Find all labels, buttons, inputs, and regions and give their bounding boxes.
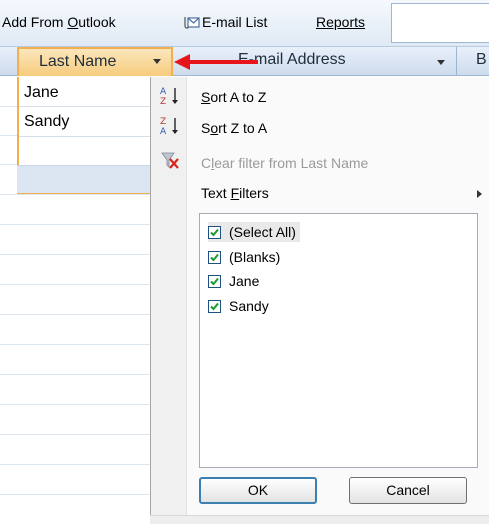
sort-a-to-z-item[interactable]: Sort A to Z	[201, 89, 266, 105]
filter-values-list[interactable]: (Select All) (Blanks) Jane Sandy	[199, 213, 478, 468]
list-item-label: Sandy	[229, 298, 269, 314]
checkbox[interactable]	[208, 250, 221, 264]
sort-za-accesskey: o	[210, 120, 219, 136]
sort-za-prefix: S	[201, 120, 211, 136]
grid-line	[0, 464, 150, 465]
sort-az-accesskey: S	[201, 89, 211, 105]
text-filters-accesskey: F	[230, 185, 240, 201]
column-divider	[456, 47, 457, 76]
menu-icon-gutter	[151, 77, 187, 524]
cell-last-name[interactable]: Jane	[24, 84, 59, 102]
chevron-down-icon[interactable]	[153, 59, 161, 64]
checkmark-icon	[210, 228, 219, 236]
add-from-outlook-accesskey: O	[67, 14, 79, 30]
text-filters-prefix: Text	[201, 185, 231, 201]
ok-button[interactable]: OK	[199, 477, 317, 504]
sort-descending-icon: Z A	[160, 117, 178, 137]
list-item-sandy[interactable]: Sandy	[208, 296, 269, 316]
reports-button[interactable]: Reports	[316, 14, 365, 30]
cell-last-name[interactable]: Sandy	[24, 113, 69, 131]
envelope-clip-icon	[184, 17, 200, 29]
list-item-jane[interactable]: Jane	[208, 271, 259, 291]
grid-line	[0, 404, 150, 405]
clear-filter-item: Clear filter from Last Name	[201, 155, 368, 171]
add-from-outlook-button[interactable]: Add From Outlook	[2, 14, 116, 30]
new-record-row[interactable]	[17, 165, 150, 193]
column-header-b[interactable]: B	[476, 51, 487, 69]
add-from-outlook-suffix: utlook	[78, 14, 116, 30]
email-list-label: E-mail List	[202, 14, 268, 30]
grid-line	[0, 224, 150, 225]
sort-z-to-a-item[interactable]: Sort Z to A	[201, 120, 267, 136]
list-item-select-all[interactable]: (Select All)	[208, 222, 300, 242]
chevron-down-icon[interactable]	[437, 60, 445, 65]
grid-line	[0, 194, 150, 195]
checkmark-icon	[210, 277, 219, 285]
svg-text:A: A	[160, 127, 167, 137]
grid-line	[0, 494, 150, 495]
cancel-button[interactable]: Cancel	[349, 477, 467, 504]
add-from-outlook-prefix: Add From	[2, 14, 68, 30]
checkmark-icon	[210, 302, 219, 310]
text-filters-item[interactable]: Text Filters	[201, 185, 269, 201]
submenu-arrow-icon	[477, 190, 482, 198]
grid-line	[0, 254, 150, 255]
grid-line	[0, 374, 150, 375]
row-separator	[19, 106, 150, 107]
clear-filter-icon	[161, 152, 179, 169]
last-name-header-label: Last Name	[39, 53, 117, 70]
list-item-label: (Select All)	[229, 224, 296, 240]
grid-line	[0, 284, 150, 285]
svg-text:Z: Z	[160, 97, 166, 107]
checkbox[interactable]	[208, 299, 221, 313]
text-filters-label: ilters	[239, 185, 269, 201]
checkbox[interactable]	[208, 274, 221, 288]
clear-filter-prefix: C	[201, 155, 212, 171]
list-item-label: (Blanks)	[229, 249, 281, 265]
svg-text:Z: Z	[160, 117, 166, 127]
search-box[interactable]	[391, 3, 489, 43]
resize-grip[interactable]	[150, 515, 489, 524]
email-list-button[interactable]: E-mail List	[182, 14, 267, 30]
grid-line	[0, 314, 150, 315]
checkmark-icon	[210, 253, 219, 261]
grid-line	[0, 434, 150, 435]
sort-az-label: ort A to Z	[210, 89, 267, 105]
list-item-blanks[interactable]: (Blanks)	[208, 247, 280, 267]
red-arrow-icon	[174, 54, 258, 70]
checkbox[interactable]	[208, 225, 221, 239]
svg-text:A: A	[160, 87, 167, 97]
toolbar: Add From Outlook E-mail List Reports	[0, 0, 489, 47]
column-header-last-name[interactable]: Last Name	[17, 47, 173, 76]
sort-za-label: rt Z to A	[218, 120, 268, 136]
row-separator	[19, 136, 150, 137]
grid-line	[0, 344, 150, 345]
list-item-label: Jane	[229, 273, 260, 289]
clear-filter-label: ear filter from Last Name	[214, 155, 369, 171]
sort-ascending-icon: A Z	[160, 87, 178, 107]
